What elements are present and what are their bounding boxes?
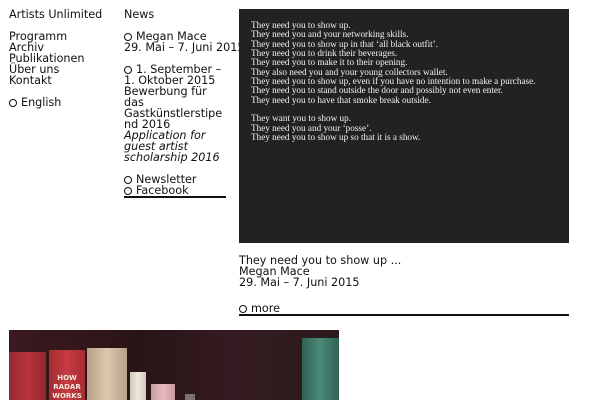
book-spine-teal [302,338,339,400]
news-item-dates: 1. September – 1. Oktober 2015 [124,63,222,87]
feature-dates: 29. Mai – 7. Juni 2015 [239,276,360,289]
circle-bullet-icon [124,33,132,41]
language-switch-link[interactable]: English [9,97,119,108]
spine-text-works: WORKS [52,392,82,400]
spine-text-radar: RADAR [53,383,81,391]
book-spine-white [130,372,146,400]
news-item-dates: 29. Mai – 7. Juni 2015 [124,41,245,54]
news-links: Newsletter Facebook [124,174,226,198]
circle-bullet-icon [9,99,17,107]
feature-caption: They need you to show up ... Megan Mace … [239,255,569,316]
news-item-megan-mace[interactable]: Megan Mace 29. Mai – 7. Juni 2015 [124,31,245,54]
news-column: News Megan Mace 29. Mai – 7. Juni 2015 1… [124,8,245,198]
book-spine-pink [151,384,175,400]
site-title-link[interactable]: Artists Unlimited [9,9,119,20]
circle-bullet-icon [239,305,247,313]
news-item-scholarship[interactable]: 1. September – 1. Oktober 2015 Bewerbung… [124,64,226,163]
more-link[interactable]: more [239,303,569,314]
bookshelf-photo[interactable]: HOW RADAR WORKS [9,330,339,400]
poem-line: They need you to show up so that it is a… [251,132,421,143]
news-item-subtitle: Application for guest artist scholarship… [124,129,220,164]
circle-bullet-icon [124,66,132,74]
circle-bullet-icon [124,176,132,184]
book-spine-cream [87,348,127,400]
book-spine-grey [185,394,195,400]
poem-stanza-1: They need you to show up. They need you a… [251,20,559,105]
news-item-title: Bewerbung für das Gastkünstlerstipend 20… [124,85,223,131]
feature-poem-image[interactable]: They need you to show up. They need you a… [239,9,569,243]
poem-line: They need you to have that smoke break o… [251,94,431,105]
left-nav: Artists Unlimited Programm Archiv Publik… [9,9,119,108]
facebook-link[interactable]: Facebook [124,185,226,196]
book-spine-red-left [9,352,46,400]
spine-text-how: HOW [57,374,77,382]
poem-stanza-2: They want you to show up. They need you a… [251,114,559,142]
more-label: more [251,302,280,315]
book-spine-how-radar-works: HOW RADAR WORKS [49,350,85,400]
feature-more-row: more [239,303,569,316]
news-heading: News [124,8,155,21]
facebook-label: Facebook [136,184,189,197]
nav-item-kontakt[interactable]: Kontakt [9,75,119,86]
language-label: English [21,96,62,109]
circle-bullet-icon [124,187,132,195]
